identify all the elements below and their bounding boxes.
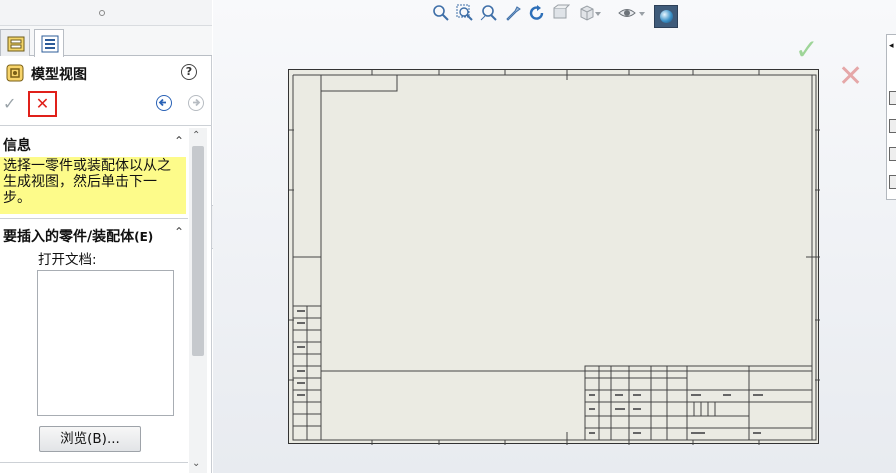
drawing-sheet[interactable] (288, 69, 820, 445)
confirm-cancel-icon[interactable]: ✕ (838, 59, 863, 94)
browse-button[interactable]: 浏览(B)... (39, 426, 141, 452)
scroll-down-icon[interactable]: ⌄ (192, 458, 200, 469)
panel-grip-dot[interactable] (99, 10, 105, 16)
help-icon[interactable]: ? (181, 64, 197, 80)
pan-icon[interactable] (503, 4, 523, 26)
expand-icon[interactable]: ◂ (889, 41, 896, 55)
scroll-up-icon[interactable]: ⌃ (192, 130, 200, 141)
task-pane-tab-icon[interactable] (889, 175, 896, 189)
graphics-area[interactable]: ✓ ✕ ◂ (213, 0, 896, 473)
zoom-selected-icon[interactable] (479, 4, 499, 26)
info-section-title: 信息 (3, 138, 31, 154)
feature-tree-icon (7, 36, 25, 52)
next-arrow-icon[interactable] (188, 95, 204, 111)
view-orientation-icon[interactable] (551, 4, 571, 26)
chevron-down-icon[interactable] (593, 4, 603, 26)
insert-section-title: 要插入的零件/装配体(E) (3, 229, 154, 245)
ok-check-icon[interactable]: ✓ (3, 94, 16, 113)
model-view-icon (6, 64, 24, 82)
scrollbar-thumb[interactable] (192, 146, 204, 356)
divider (0, 125, 212, 126)
task-pane-tab-icon[interactable] (889, 119, 896, 133)
chevron-up-icon[interactable]: ⌃ (174, 225, 184, 239)
page-title: 模型视图 (31, 67, 87, 83)
zoom-to-area-icon[interactable] (455, 4, 475, 26)
task-pane-tab-icon[interactable] (889, 91, 896, 105)
panel-scrollbar[interactable]: ⌃ ⌄ (189, 128, 207, 473)
info-message: 选择一零件或装配体以从之生成视图，然后单击下一步。 (0, 157, 186, 214)
zoom-to-fit-icon[interactable] (431, 4, 451, 26)
info-section-header[interactable]: 信息 ⌃ (0, 131, 188, 155)
task-pane-flyout[interactable]: ◂ (886, 34, 896, 200)
back-arrow-icon[interactable] (156, 95, 172, 111)
property-list-icon (41, 35, 59, 53)
open-documents-list[interactable] (37, 270, 174, 416)
chevron-up-icon[interactable]: ⌃ (174, 134, 184, 148)
manager-tab-row (0, 26, 212, 57)
confirm-ok-icon[interactable]: ✓ (795, 33, 818, 66)
task-pane-tab-icon[interactable] (889, 147, 896, 161)
sheet-format-graphic (289, 70, 820, 445)
insert-section-header[interactable]: 要插入的零件/装配体(E) ⌃ (0, 222, 188, 246)
chevron-down-icon[interactable] (637, 4, 647, 26)
rotate-icon[interactable] (527, 4, 547, 26)
property-manager-panel: 模型视图 ? ✓ ✕ 信息 ⌃ 选择一零件或装配体以从之生成视图，然后单击下一步… (0, 0, 212, 473)
panel-top-strip (0, 0, 212, 26)
hide-show-icon[interactable] (617, 4, 637, 26)
tab-property-manager[interactable] (34, 29, 64, 57)
apply-scene-icon[interactable] (654, 5, 678, 28)
divider (0, 462, 188, 463)
tab-feature-manager[interactable] (0, 29, 30, 56)
cancel-button[interactable]: ✕ (28, 91, 57, 117)
divider (0, 218, 188, 219)
open-documents-label: 打开文档: (38, 252, 97, 268)
